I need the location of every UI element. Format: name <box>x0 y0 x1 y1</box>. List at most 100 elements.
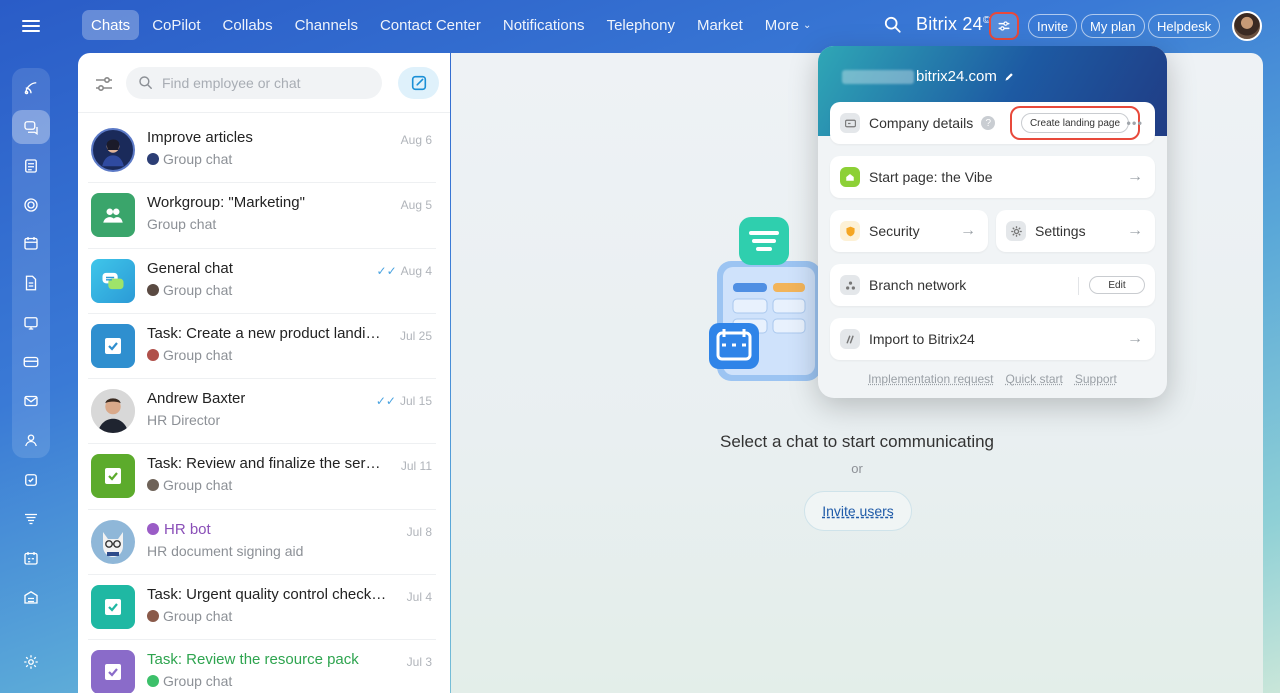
chat-date: Jul 8 <box>406 524 432 539</box>
tab-more[interactable]: More ⌄ <box>756 10 821 40</box>
task-icon <box>91 323 135 368</box>
chat-date: Aug 6 <box>400 133 432 147</box>
feed-icon[interactable] <box>12 71 50 105</box>
chat-item[interactable]: Task: Urgent quality control check re...… <box>78 575 450 641</box>
copilot-icon[interactable] <box>12 188 50 222</box>
chat-item[interactable]: General chat Group chat ✓✓ Aug 4 <box>78 249 450 314</box>
compose-icon <box>411 75 426 91</box>
gear-icon[interactable] <box>12 645 50 679</box>
bot-icon <box>147 522 159 535</box>
more-dots-icon[interactable]: ••• <box>1126 116 1143 131</box>
invite-button[interactable]: Invite <box>1028 14 1078 38</box>
edit-button[interactable]: Edit <box>1089 276 1145 294</box>
popup-footer: Implementation request Quick start Suppo… <box>818 372 1167 386</box>
portal-domain[interactable]: bitrix24.com <box>842 68 1016 85</box>
help-icon[interactable]: ? <box>981 116 996 130</box>
search-input[interactable] <box>162 75 362 91</box>
user-avatar[interactable] <box>1232 11 1262 41</box>
funnel-icon[interactable] <box>12 502 50 536</box>
import-label: Import to Bitrix24 <box>869 331 975 347</box>
chat-sub-text: Group chat <box>163 346 233 363</box>
mini-avatar <box>147 153 159 165</box>
brand-logo[interactable]: Bitrix 24© <box>916 14 990 35</box>
import-row[interactable]: Import to Bitrix24 → <box>830 318 1155 360</box>
chat-item[interactable]: Workgroup: "Marketing" Group chat Aug 5 <box>78 183 450 249</box>
chat-subtitle: Group chat <box>147 673 232 689</box>
my-plan-button[interactable]: My plan <box>1081 14 1145 38</box>
new-chat-button[interactable] <box>398 67 439 99</box>
tab-channels[interactable]: Channels <box>286 10 367 40</box>
settings-row[interactable]: Settings → <box>996 210 1155 252</box>
tab-copilot[interactable]: CoPilot <box>143 10 209 40</box>
tasks-list-icon[interactable] <box>12 149 50 183</box>
tab-chats[interactable]: Chats <box>82 10 140 40</box>
start-page-row[interactable]: Start page: the Vibe → <box>830 156 1155 198</box>
sites-icon[interactable] <box>12 306 50 340</box>
company-details-label: Company details <box>869 115 974 131</box>
quick-start-link[interactable]: Quick start <box>1006 372 1063 386</box>
sliders-icon <box>998 21 1010 31</box>
chat-sub-text: Group chat <box>163 477 233 494</box>
tab-telephony[interactable]: Telephony <box>598 10 684 40</box>
create-landing-page-button[interactable]: Create landing page <box>1020 113 1130 133</box>
security-row[interactable]: Security → <box>830 210 988 252</box>
mini-avatar <box>147 283 159 296</box>
mail-icon[interactable] <box>12 384 50 418</box>
chat-item[interactable]: Task: Create a new product landing... Gr… <box>78 314 450 380</box>
shield-icon <box>840 221 860 241</box>
invite-users-button[interactable]: Invite users <box>804 491 912 531</box>
inventory-icon[interactable] <box>12 580 50 614</box>
documents-icon[interactable] <box>12 266 50 300</box>
chat-item[interactable]: Task: Review the resource pack Group cha… <box>78 640 450 693</box>
chat-subtitle: Group chat <box>147 216 216 232</box>
mini-avatar <box>147 675 159 688</box>
task-icon <box>91 454 135 499</box>
start-page-label: Start page: the Vibe <box>869 169 993 185</box>
read-checkmarks-icon: ✓✓ <box>375 394 396 409</box>
implementation-request-link[interactable]: Implementation request <box>868 372 993 386</box>
chat-item[interactable]: Improve articles Group chat Aug 6 <box>78 118 450 184</box>
chat-title: Task: Create a new product landing... <box>147 324 387 342</box>
gear-icon <box>1006 221 1026 241</box>
import-icon <box>840 329 860 349</box>
chat-subtitle: Group chat <box>147 347 232 363</box>
chat-title: Workgroup: "Marketing" <box>147 194 305 212</box>
settings-sliders-button[interactable] <box>989 12 1019 40</box>
chat-sub-text: Group chat <box>163 281 233 298</box>
chat-subtitle: Group chat <box>147 608 232 624</box>
crm-icon[interactable] <box>12 345 50 379</box>
tab-notifications[interactable]: Notifications <box>494 10 594 40</box>
chevron-down-icon: ⌄ <box>802 19 812 31</box>
workgroup-icon <box>91 193 135 238</box>
arrow-right-icon: → <box>1127 222 1143 239</box>
chats-icon[interactable] <box>12 110 50 144</box>
read-checkmarks-icon: ✓✓ <box>376 263 397 278</box>
chat-sub-text: Group chat <box>147 216 217 233</box>
task-check-icon[interactable] <box>12 463 50 497</box>
arrow-right-icon: → <box>1127 330 1143 347</box>
menu-icon[interactable] <box>19 14 43 38</box>
chat-list-panel: Improve articles Group chat Aug 6 Workgr… <box>78 53 450 693</box>
left-rail <box>0 0 62 693</box>
employees-icon[interactable] <box>12 423 50 457</box>
search-icon[interactable] <box>884 16 902 34</box>
tab-market[interactable]: Market <box>688 10 752 40</box>
helpdesk-button[interactable]: Helpdesk <box>1148 14 1221 38</box>
chat-title: Task: Urgent quality control check re... <box>147 586 387 604</box>
chat-title: Improve articles <box>147 129 253 146</box>
domain-text: bitrix24.com <box>916 68 997 85</box>
branch-network-row[interactable]: Branch network Edit <box>830 264 1155 306</box>
chat-item[interactable]: HR bot HR document signing aid Jul 8 <box>78 510 450 576</box>
tab-contact-center[interactable]: Contact Center <box>371 10 490 40</box>
chat-item[interactable]: Andrew Baxter HR Director ✓✓ Jul 15 <box>78 379 450 445</box>
tab-collabs[interactable]: Collabs <box>214 10 282 40</box>
divider <box>1078 277 1079 295</box>
company-details-row[interactable]: Company details ? Create landing page ••… <box>830 102 1155 144</box>
filter-icon[interactable] <box>94 74 114 94</box>
pencil-icon[interactable] <box>1003 70 1016 83</box>
chat-item[interactable]: Task: Review and finalize the servic... … <box>78 444 450 510</box>
booking-icon[interactable] <box>12 541 50 575</box>
chat-date-text: Aug 4 <box>400 263 432 278</box>
calendar-icon[interactable] <box>12 226 50 260</box>
support-link[interactable]: Support <box>1075 372 1117 386</box>
